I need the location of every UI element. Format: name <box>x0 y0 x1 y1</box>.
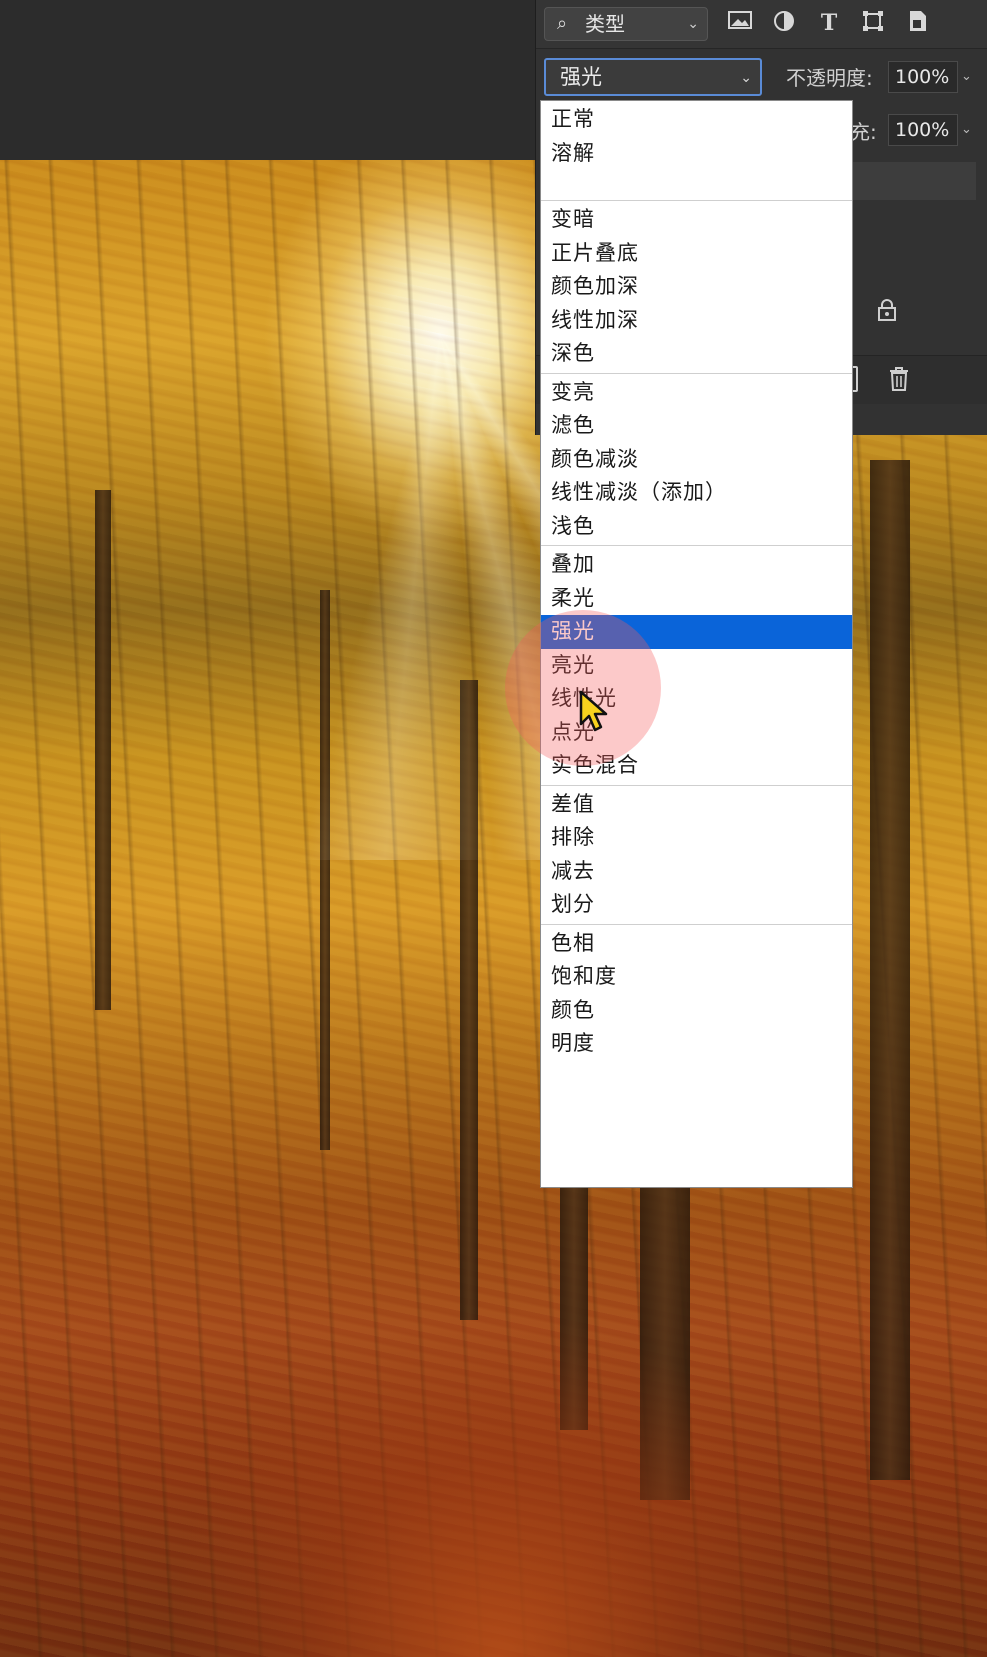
fill-field[interactable]: 100% <box>888 114 958 146</box>
shape-filter-icon[interactable] <box>859 9 887 37</box>
leaf-covered-path <box>150 1177 850 1657</box>
menu-item[interactable]: 滤色 <box>541 409 852 443</box>
tree-trunk <box>95 490 111 1010</box>
menu-item[interactable]: 柔光 <box>541 582 852 616</box>
workspace-top <box>0 0 535 160</box>
lock-icon[interactable] <box>876 298 898 328</box>
menu-group-normal: 正常 溶解 <box>541 101 852 201</box>
menu-item[interactable]: 深色 <box>541 337 852 371</box>
menu-item[interactable]: 线性光 <box>541 682 852 716</box>
tree-trunk <box>870 460 910 1480</box>
menu-item-selected[interactable]: 强光 <box>541 615 852 649</box>
type-filter-icon[interactable]: T <box>815 9 843 37</box>
menu-item[interactable]: 叠加 <box>541 548 852 582</box>
image-filter-icon[interactable] <box>726 9 754 37</box>
menu-item[interactable]: 饱和度 <box>541 960 852 994</box>
menu-item[interactable]: 线性加深 <box>541 304 852 338</box>
menu-group-contrast: 叠加 柔光 强光 亮光 线性光 点光 实色混合 <box>541 546 852 786</box>
menu-item[interactable]: 正常 <box>541 103 852 137</box>
menu-group-comparative: 差值 排除 减去 划分 <box>541 786 852 925</box>
menu-item[interactable]: 明度 <box>541 1027 852 1061</box>
menu-item[interactable]: 浅色 <box>541 510 852 544</box>
blend-mode-value: 强光 <box>560 65 602 89</box>
menu-item[interactable]: 色相 <box>541 927 852 961</box>
menu-item[interactable]: 颜色减淡 <box>541 443 852 477</box>
layer-row[interactable] <box>836 162 976 200</box>
menu-item[interactable]: 颜色加深 <box>541 270 852 304</box>
menu-item[interactable]: 线性减淡（添加） <box>541 476 852 510</box>
menu-item[interactable]: 减去 <box>541 855 852 889</box>
menu-item[interactable]: 正片叠底 <box>541 237 852 271</box>
menu-item[interactable]: 溶解 <box>541 137 852 171</box>
menu-item[interactable]: 亮光 <box>541 649 852 683</box>
menu-group-lighten: 变亮 滤色 颜色减淡 线性减淡（添加） 浅色 <box>541 374 852 546</box>
trash-icon[interactable] <box>888 366 910 399</box>
menu-item[interactable]: 划分 <box>541 888 852 922</box>
menu-item[interactable]: 差值 <box>541 788 852 822</box>
menu-item[interactable]: 实色混合 <box>541 749 852 783</box>
opacity-chevron-icon[interactable]: ⌄ <box>961 61 983 93</box>
menu-item[interactable]: 颜色 <box>541 994 852 1028</box>
blend-mode-menu: 正常 溶解 变暗 正片叠底 颜色加深 线性加深 深色 变亮 滤色 颜色减淡 线性… <box>540 100 853 1188</box>
menu-item[interactable]: 点光 <box>541 716 852 750</box>
filter-kind-select[interactable]: ⌕ 类型 ⌄ <box>544 7 708 41</box>
opacity-field[interactable]: 100% <box>888 61 958 93</box>
menu-group-component: 色相 饱和度 颜色 明度 <box>541 925 852 1063</box>
menu-item[interactable]: 排除 <box>541 821 852 855</box>
layer-filter-row: ⌕ 类型 ⌄ T <box>536 0 987 49</box>
opacity-label: 不透明度: <box>786 66 873 90</box>
menu-group-darken: 变暗 正片叠底 颜色加深 线性加深 深色 <box>541 201 852 374</box>
smart-object-filter-icon[interactable] <box>904 9 932 37</box>
chevron-down-icon: ⌄ <box>687 16 699 32</box>
adjustment-filter-icon[interactable] <box>770 9 798 37</box>
fill-chevron-icon[interactable]: ⌄ <box>961 114 983 146</box>
blend-mode-select[interactable]: 强光 ⌄ <box>544 58 762 96</box>
chevron-down-icon: ⌄ <box>740 70 752 86</box>
search-icon: ⌕ <box>557 13 568 34</box>
filter-kind-label: 类型 <box>585 12 625 36</box>
fill-label: 充: <box>850 120 877 144</box>
menu-item[interactable]: 变亮 <box>541 376 852 410</box>
menu-item[interactable]: 变暗 <box>541 203 852 237</box>
